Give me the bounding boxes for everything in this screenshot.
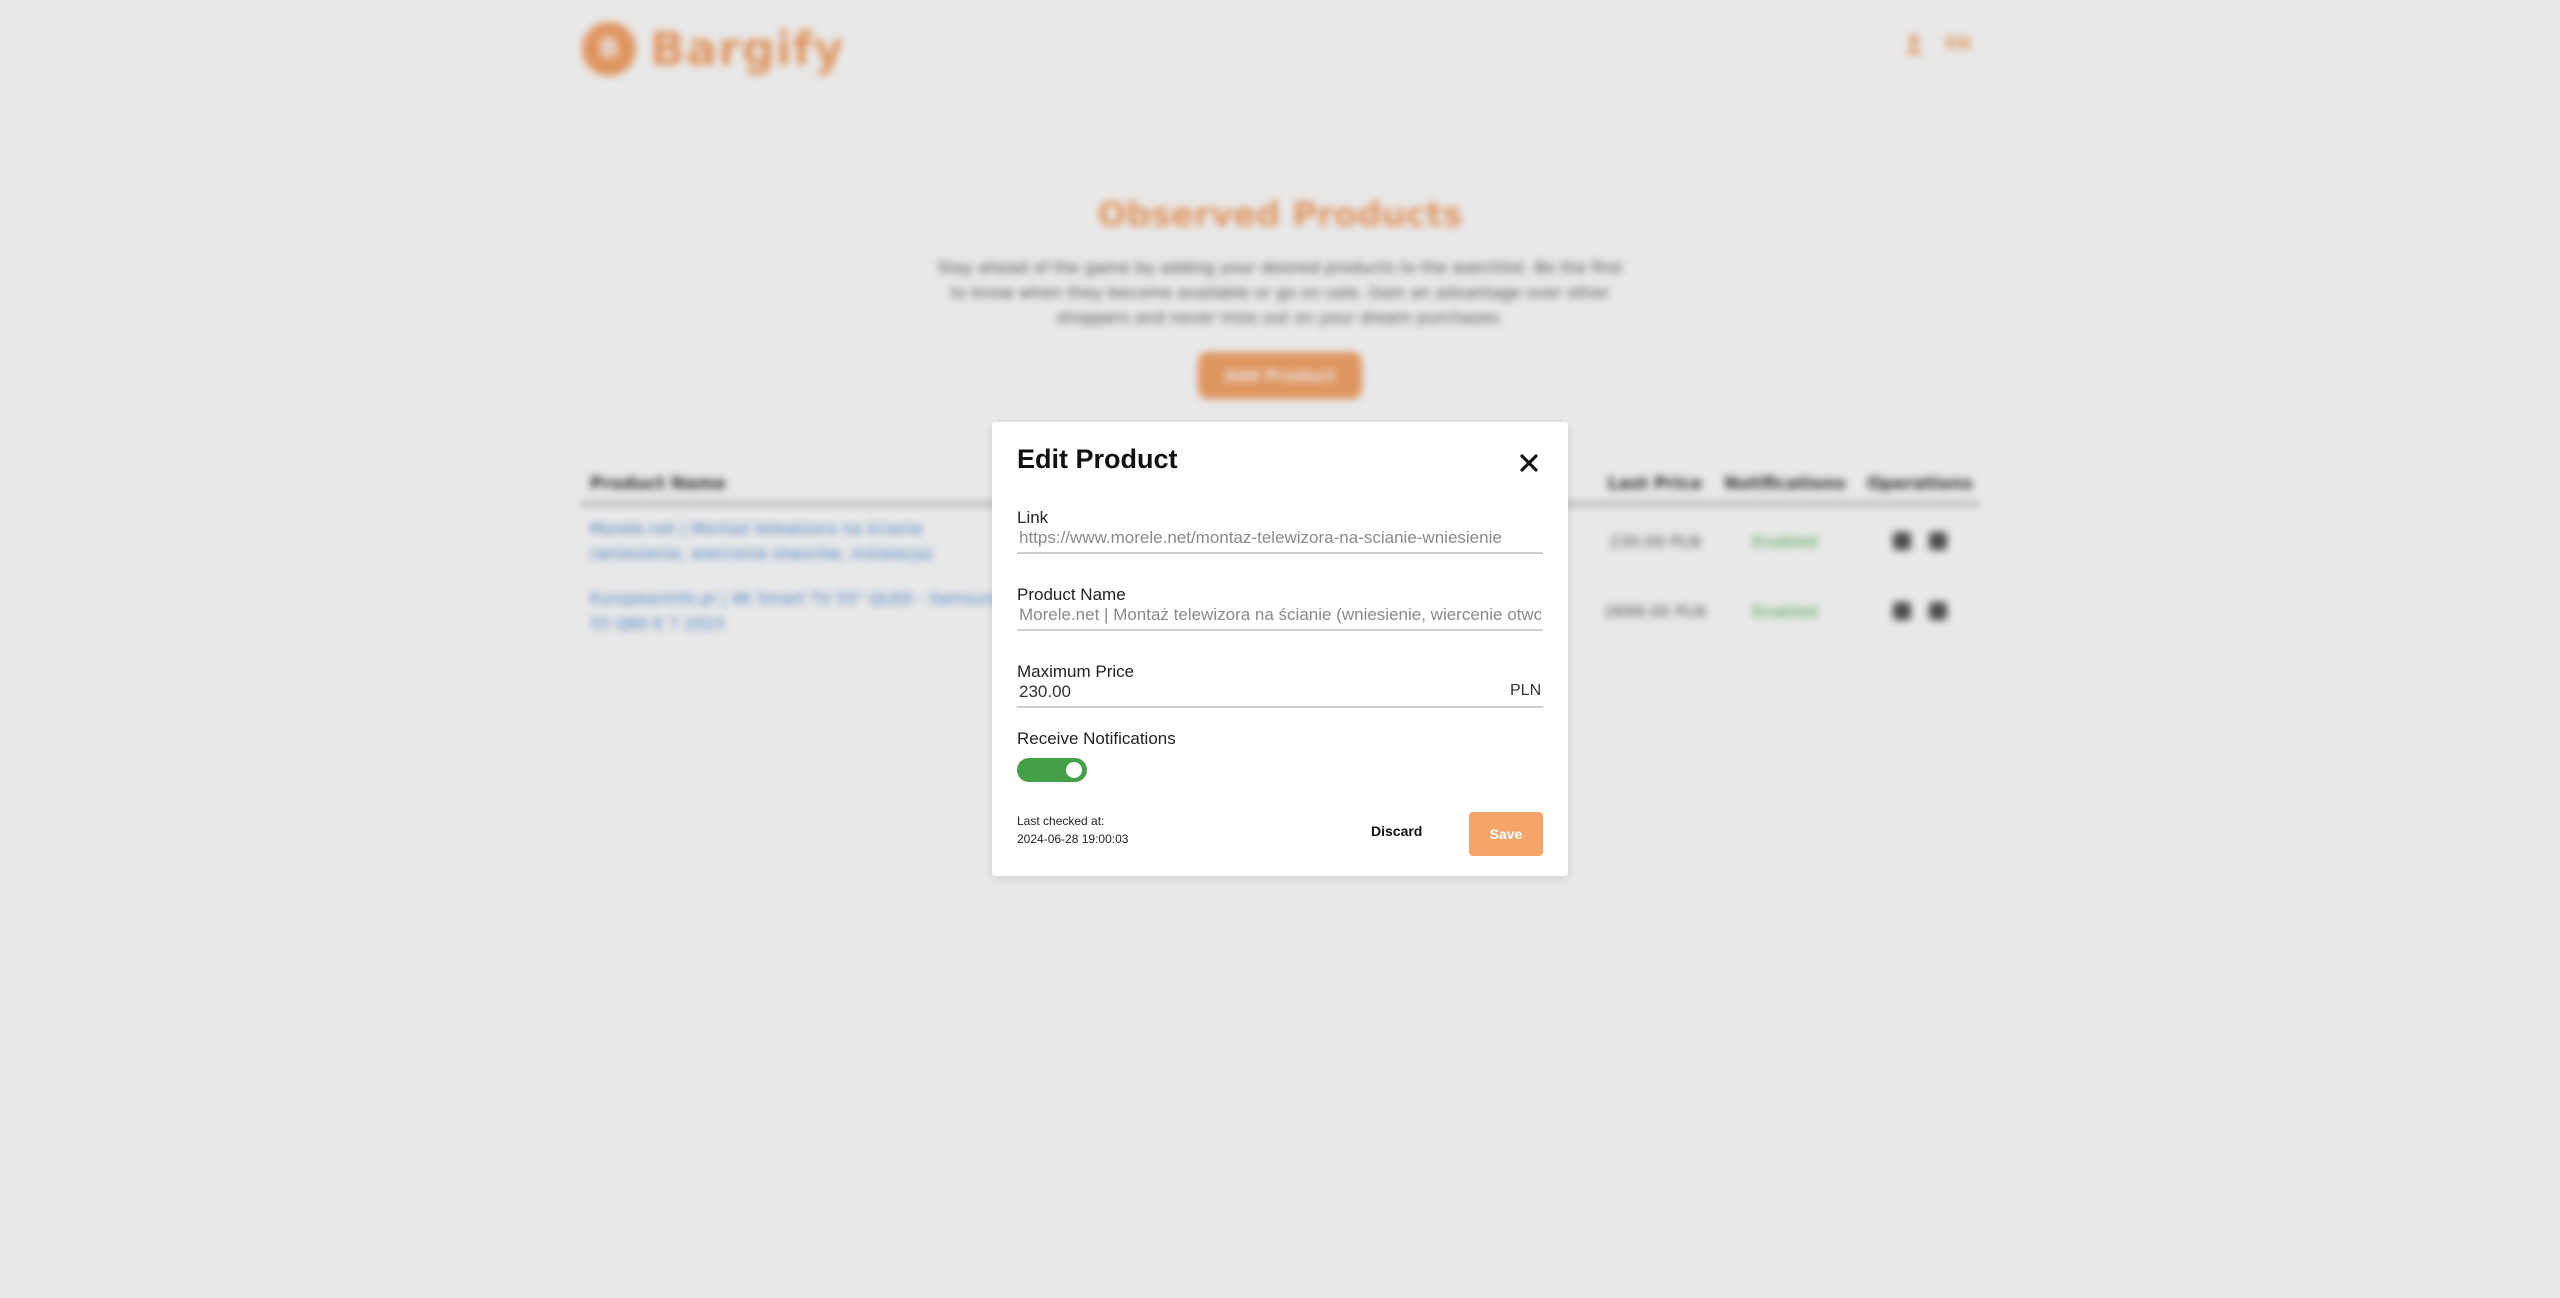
edit-product-dialog: Edit Product Link Product Name Maximum P… <box>992 422 1568 876</box>
currency-suffix: PLN <box>1510 682 1542 699</box>
notifications-toggle[interactable] <box>1017 758 1087 782</box>
toggle-knob <box>1066 762 1082 778</box>
last-checked-label: Last checked at: <box>1017 814 1105 828</box>
save-button[interactable]: Save <box>1469 812 1543 856</box>
maximum-price-input[interactable] <box>1017 678 1543 708</box>
close-icon[interactable] <box>1518 452 1540 474</box>
last-checked-value: 2024-06-28 19:00:03 <box>1017 832 1129 846</box>
discard-button[interactable]: Discard <box>1365 822 1428 840</box>
link-input[interactable] <box>1017 524 1543 554</box>
receive-notifications-label: Receive Notifications <box>1017 729 1176 748</box>
product-name-input[interactable] <box>1017 601 1543 631</box>
last-checked: Last checked at: 2024-06-28 19:00:03 <box>1017 812 1128 848</box>
dialog-title: Edit Product <box>1017 444 1178 474</box>
